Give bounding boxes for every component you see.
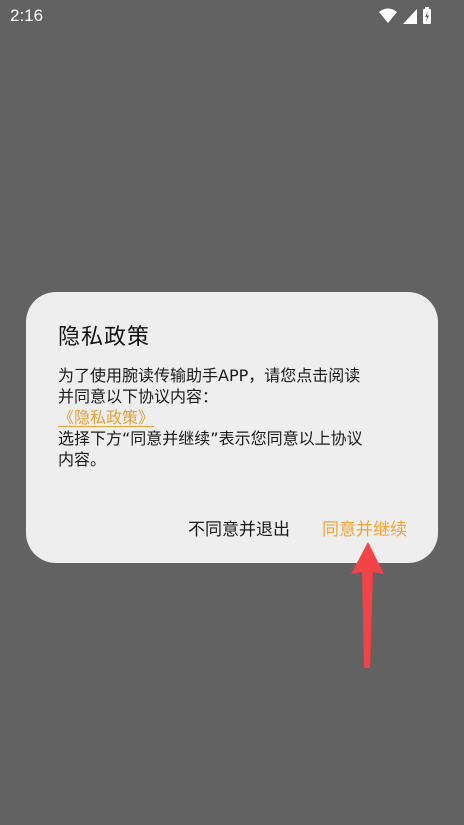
dialog-body-line-4: 内容。 — [58, 450, 107, 469]
dialog-body-line-1: 为了使用腕读传输助手APP，请您点击阅读 — [58, 366, 361, 385]
agree-and-continue-button[interactable]: 同意并继续 — [322, 515, 407, 540]
cell-signal-icon — [402, 6, 418, 26]
privacy-policy-link[interactable]: 《隐私政策》 — [58, 407, 154, 428]
dialog-actions: 不同意并退出 同意并继续 — [188, 515, 407, 540]
decline-and-exit-button[interactable]: 不同意并退出 — [188, 515, 290, 540]
annotation-arrow-icon — [351, 542, 384, 668]
dialog-body-line-2: 并同意以下协议内容： — [58, 387, 219, 406]
status-time: 2:16 — [10, 6, 44, 25]
wifi-icon — [378, 6, 398, 26]
status-bar: 2:16 — [0, 0, 464, 32]
dialog-body: 为了使用腕读传输助手APP，请您点击阅读 并同意以下协议内容： 《隐私政策》 选… — [58, 365, 408, 470]
dialog-body-line-3: 选择下方“同意并继续”表示您同意以上协议 — [58, 429, 363, 448]
privacy-policy-dialog: 隐私政策 为了使用腕读传输助手APP，请您点击阅读 并同意以下协议内容： 《隐私… — [26, 292, 438, 563]
battery-icon — [422, 6, 432, 26]
dialog-title: 隐私政策 — [58, 325, 151, 350]
status-icons — [378, 6, 432, 26]
